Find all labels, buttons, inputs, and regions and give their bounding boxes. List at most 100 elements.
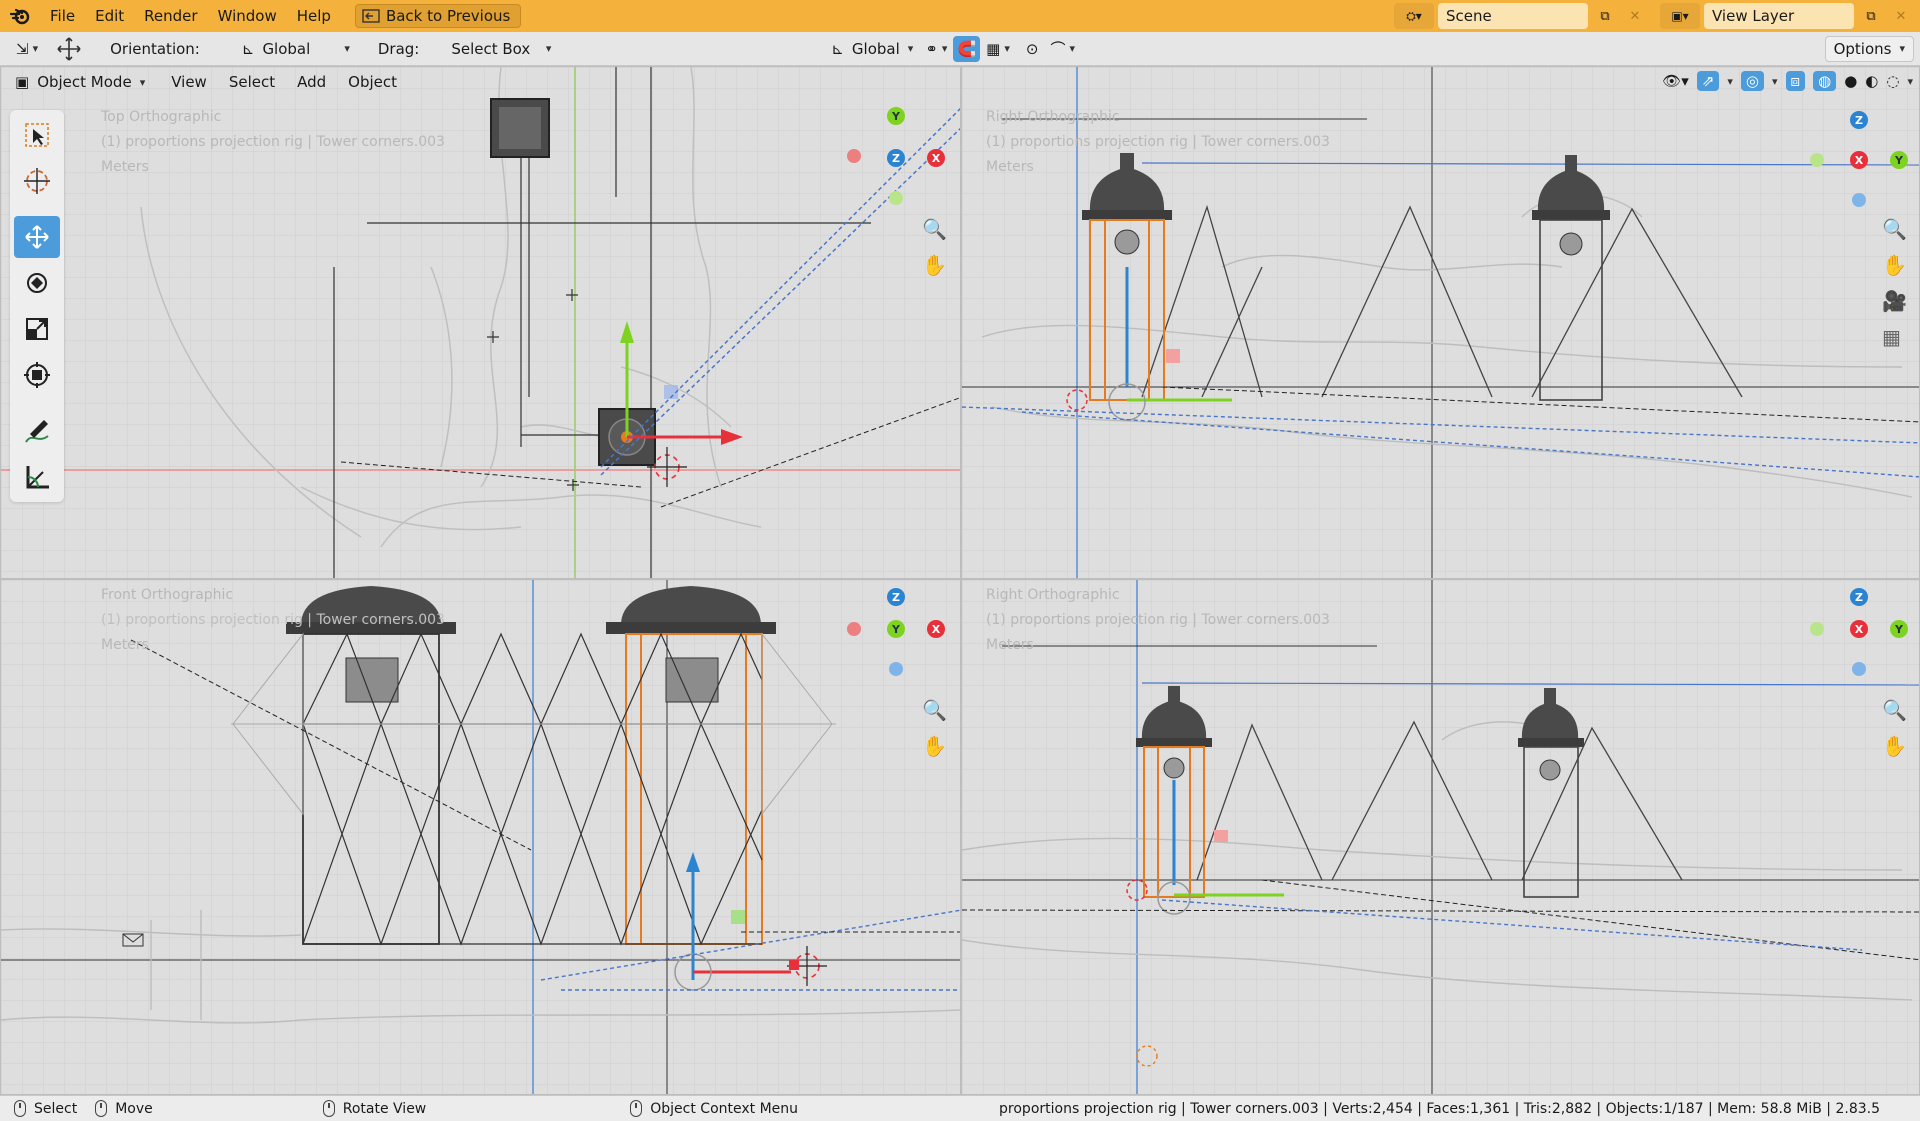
- camera-view-icon[interactable]: 🎥: [1882, 289, 1907, 313]
- gizmo-z-axis[interactable]: Z: [1850, 111, 1868, 129]
- delete-scene-icon[interactable]: ✕: [1622, 3, 1648, 29]
- navigation-gizmo[interactable]: Z X Y: [1810, 588, 1910, 688]
- scale-icon[interactable]: [14, 308, 60, 350]
- select-box-icon[interactable]: [14, 114, 60, 156]
- gizmo-y-axis[interactable]: Y: [887, 620, 905, 638]
- proportional-falloff-dropdown[interactable]: ⌒ ▾: [1044, 36, 1081, 62]
- gizmo-neg-y[interactable]: [889, 191, 903, 205]
- gizmo-neg-y[interactable]: [1810, 622, 1824, 636]
- gizmo-neg-z[interactable]: [1852, 193, 1866, 207]
- gizmo-neg-z[interactable]: [1852, 662, 1866, 676]
- viewport-right-orthographic-top[interactable]: Right Orthographic (1) proportions proje…: [961, 66, 1920, 579]
- snap-toggle-icon[interactable]: 🧲: [953, 35, 981, 62]
- gizmo-neg-x[interactable]: [847, 622, 861, 636]
- gizmo-toggle-icon[interactable]: ⇗: [1696, 71, 1720, 91]
- gizmo-y-axis[interactable]: Y: [1890, 620, 1908, 638]
- transform-orientation-dropdown[interactable]: ⊾ Global ▾: [823, 36, 919, 62]
- solid-shading-icon[interactable]: ●: [1844, 72, 1857, 90]
- cursor-icon[interactable]: [14, 160, 60, 202]
- gizmo-y-axis[interactable]: Y: [1890, 151, 1908, 169]
- menu-render[interactable]: Render: [134, 0, 207, 32]
- navigation-gizmo[interactable]: Z Y X: [847, 588, 947, 688]
- pivot-point-icon: ⚭: [925, 39, 938, 58]
- gizmo-neg-x[interactable]: [847, 149, 861, 163]
- pivot-point-dropdown[interactable]: ⚭ ▾: [919, 36, 953, 62]
- menu-window[interactable]: Window: [208, 0, 287, 32]
- menu-edit[interactable]: Edit: [85, 0, 134, 32]
- snap-target-dropdown[interactable]: ▦ ▾: [980, 36, 1016, 62]
- pan-hand-icon[interactable]: ✋: [922, 253, 947, 277]
- gizmo-z-axis[interactable]: Z: [1850, 588, 1868, 606]
- new-view-layer-icon[interactable]: ⧉: [1858, 3, 1884, 29]
- toolbox: [10, 110, 64, 502]
- viewport-name-label: Front Orthographic: [101, 587, 234, 603]
- blender-logo-icon[interactable]: [0, 0, 40, 32]
- annotate-icon[interactable]: [14, 410, 60, 452]
- object-mode-dropdown[interactable]: ▣ Object Mode ▾: [11, 69, 149, 95]
- tool-settings-dropdown[interactable]: ⇲ ▾: [10, 36, 44, 62]
- overlay-toggle-icon[interactable]: ◎: [1740, 71, 1765, 91]
- material-shading-icon[interactable]: ◐: [1865, 72, 1878, 90]
- proportional-editing-icon[interactable]: ⊙: [1020, 36, 1045, 62]
- viewport-info-label: (1) proportions projection rig | Tower c…: [101, 612, 445, 628]
- gizmo-neg-z[interactable]: [889, 662, 903, 676]
- xray-toggle-icon[interactable]: ⧈: [1785, 71, 1806, 91]
- snap-grid-icon: ▦: [986, 39, 1001, 58]
- rendered-shading-icon[interactable]: ◌: [1886, 72, 1899, 90]
- shading-options-dropdown[interactable]: ▾: [1907, 75, 1913, 88]
- menu-file[interactable]: File: [40, 0, 85, 32]
- pan-hand-icon[interactable]: ✋: [922, 734, 947, 758]
- gizmo-x-axis[interactable]: X: [1850, 151, 1868, 169]
- scene-name-field[interactable]: Scene: [1438, 3, 1588, 29]
- left-mouse-icon: [14, 1100, 26, 1117]
- viewport-right-orthographic-bottom[interactable]: Right Orthographic (1) proportions proje…: [961, 579, 1920, 1095]
- viewport-front-orthographic[interactable]: Front Orthographic (1) proportions proje…: [0, 579, 961, 1095]
- zoom-icon[interactable]: 🔍: [922, 698, 947, 722]
- options-dropdown[interactable]: Options ▾: [1824, 35, 1914, 62]
- status-move-label: Move: [115, 1100, 153, 1117]
- options-label: Options: [1833, 39, 1892, 58]
- navigation-gizmo[interactable]: Y Z X: [847, 107, 947, 207]
- gizmo-y-axis[interactable]: Y: [887, 107, 905, 125]
- orientation-axes-icon: ⊾: [241, 39, 255, 58]
- scene-selector-dropdown[interactable]: ⛭▾: [1394, 3, 1434, 29]
- back-to-previous-label: Back to Previous: [385, 7, 511, 25]
- middle-mouse-icon: [322, 1100, 335, 1117]
- rotate-icon[interactable]: [14, 262, 60, 304]
- orientation-label: Orientation:: [110, 39, 200, 58]
- wireframe-shading-icon[interactable]: ◍: [1813, 71, 1837, 91]
- gizmo-z-axis[interactable]: Z: [887, 588, 905, 606]
- pan-hand-icon[interactable]: ✋: [1882, 253, 1907, 277]
- viewport-menu-select[interactable]: Select: [229, 73, 275, 91]
- zoom-icon[interactable]: 🔍: [922, 217, 947, 241]
- tool-header: ⇲ ▾ Orientation: ⊾ Global ▾ Drag: Select …: [0, 32, 1920, 66]
- gizmo-x-axis[interactable]: X: [927, 149, 945, 167]
- gizmo-x-axis[interactable]: X: [927, 620, 945, 638]
- pan-hand-icon[interactable]: ✋: [1882, 734, 1907, 758]
- orientation-dropdown[interactable]: ⊾ Global ▾: [234, 36, 358, 62]
- view-layer-name-field[interactable]: View Layer: [1704, 3, 1854, 29]
- menu-help[interactable]: Help: [287, 0, 341, 32]
- measure-icon[interactable]: [14, 456, 60, 498]
- drag-dropdown[interactable]: Select Box ▾: [443, 36, 559, 62]
- zoom-icon[interactable]: 🔍: [1882, 698, 1907, 722]
- status-move-hint: Move: [77, 1100, 153, 1117]
- gizmo-z-axis[interactable]: Z: [887, 149, 905, 167]
- viewport-top-orthographic[interactable]: ▣ Object Mode ▾ View Select Add Object T…: [0, 66, 961, 579]
- delete-view-layer-icon[interactable]: ✕: [1888, 3, 1914, 29]
- orientation-value: Global: [262, 39, 311, 58]
- zoom-icon[interactable]: 🔍: [1882, 217, 1907, 241]
- ortho-grid-icon[interactable]: ▦: [1882, 325, 1907, 349]
- viewport-menu-add[interactable]: Add: [297, 73, 326, 91]
- navigation-gizmo[interactable]: Z X Y: [1810, 111, 1910, 211]
- visibility-eye-icon[interactable]: 👁▾: [1662, 72, 1689, 90]
- back-to-previous-button[interactable]: Back to Previous: [354, 4, 522, 28]
- view-layer-selector-dropdown[interactable]: ▣▾: [1660, 3, 1700, 29]
- viewport-menu-object[interactable]: Object: [348, 73, 397, 91]
- transform-icon[interactable]: [14, 354, 60, 396]
- new-scene-icon[interactable]: ⧉: [1592, 3, 1618, 29]
- gizmo-x-axis[interactable]: X: [1850, 620, 1868, 638]
- gizmo-neg-y[interactable]: [1810, 153, 1824, 167]
- move-icon[interactable]: [14, 216, 60, 258]
- viewport-menu-view[interactable]: View: [171, 73, 207, 91]
